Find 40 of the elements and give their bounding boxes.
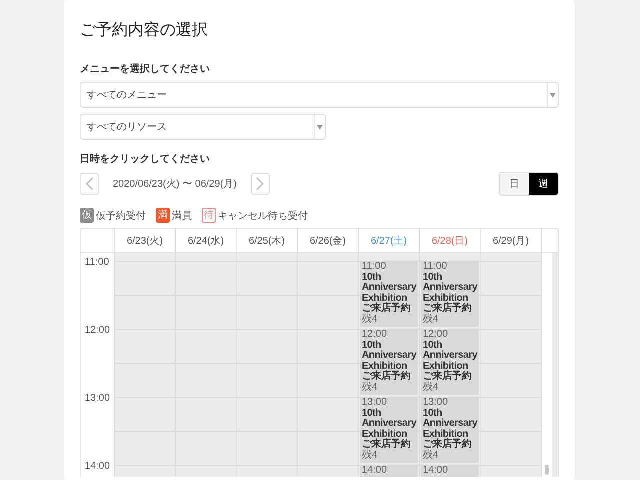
day-header: 6/23(火)	[126, 234, 164, 248]
day-header: 6/29(月)	[492, 234, 530, 248]
page-title: ご予約内容の選択	[80, 20, 209, 41]
time-label: 12:00	[85, 325, 110, 336]
time-slot[interactable]: 13:00 10th Anniversary Exhibition ご来店予約 残4	[421, 397, 479, 463]
field-label: 日時をクリックしてください	[80, 152, 211, 166]
chevron-left-icon	[86, 177, 94, 191]
time-slot[interactable]: 11:00 10th Anniversary Exhibition ご来店予約 残4	[421, 261, 479, 327]
time-slot[interactable]: 12:00 10th Anniversary Exhibition ご来店予約 残4	[421, 329, 479, 395]
legend-label: 満員	[172, 210, 192, 222]
time-slot[interactable]: 13:00 10th Anniversary Exhibition ご来店予約 残4	[360, 397, 418, 463]
date-range: 2020/06/23(火) 〜 06/29(月)	[113, 178, 237, 191]
menu-dropdown[interactable]: すべてのメニュー	[80, 82, 559, 108]
day-header: 6/26(金)	[310, 234, 346, 248]
caret-icon	[550, 92, 556, 98]
legend-badge: 仮	[80, 208, 94, 223]
day-header: 6/24(水)	[188, 234, 224, 248]
view-tab[interactable]: 日	[500, 173, 529, 195]
time-label: 11:00	[85, 257, 110, 268]
legend-label: キャンセル待ち受付	[218, 210, 308, 222]
next-week-button[interactable]	[250, 173, 270, 195]
chevron-right-icon	[256, 177, 264, 191]
legend-badge: 満	[156, 208, 170, 223]
legend-label: 仮予約受付	[96, 210, 146, 222]
time-slot[interactable]: 14:00	[360, 465, 418, 477]
field-label: メニューを選択してください	[80, 62, 211, 76]
day-header: 6/28(日)	[432, 234, 468, 248]
scrollbar-thumb[interactable]	[545, 465, 549, 475]
caret-icon	[317, 124, 323, 130]
resource-dropdown[interactable]: すべてのリソース	[80, 114, 326, 140]
view-tab[interactable]: 週	[529, 173, 558, 195]
legend-badge: 待	[202, 208, 216, 223]
time-label: 13:00	[85, 393, 110, 404]
day-header: 6/27(土)	[370, 234, 408, 248]
time-slot[interactable]: 12:00 10th Anniversary Exhibition ご来店予約 残4	[360, 329, 418, 395]
time-slot[interactable]: 11:00 10th Anniversary Exhibition ご来店予約 残4	[360, 261, 418, 327]
day-header: 6/25(木)	[248, 234, 286, 248]
time-slot[interactable]: 14:00	[421, 465, 479, 477]
previous-week-button[interactable]	[80, 173, 99, 195]
time-label: 14:00	[85, 461, 110, 472]
